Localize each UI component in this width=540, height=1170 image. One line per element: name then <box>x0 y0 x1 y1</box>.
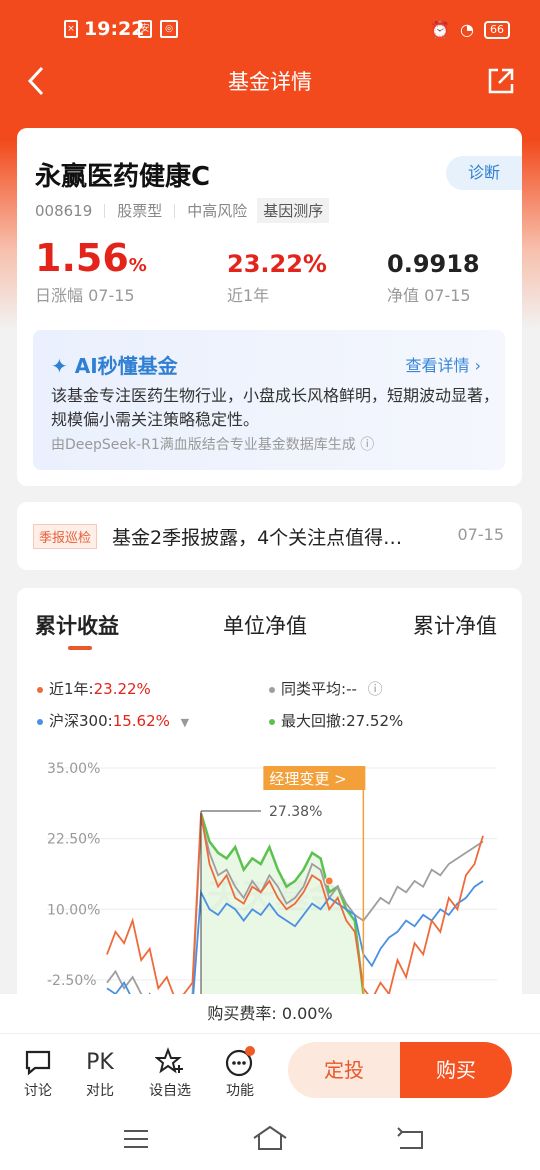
news-card[interactable]: 季报巡检 基金2季报披露，4个关注点值得… 07-15 <box>17 502 522 570</box>
ai-summary-text: 该基金专注医药生物行业，小盘成长风格鲜明，短期波动显著，规模偏小需关注策略稳定性… <box>51 386 500 429</box>
discuss-button[interactable]: 讨论 <box>16 1044 60 1100</box>
manager-change-label: 经理变更 > <box>269 770 346 788</box>
legend-peer: 同类平均:-- ⓘ <box>269 678 383 699</box>
legend-drawdown: 最大回撤:27.52% <box>269 710 403 731</box>
ai-summary-card[interactable]: ✦ AI秒懂基金 查看详情 › 该基金专注医药生物行业，小盘成长风格鲜明，短期波… <box>17 318 522 486</box>
legend-peer-value: -- <box>346 680 357 698</box>
page-title: 基金详情 <box>228 70 312 94</box>
nav-label: 净值 07-15 <box>387 286 471 305</box>
y-tick-label: 22.50% <box>47 832 100 848</box>
share-icon <box>488 68 514 94</box>
compare-label: 对比 <box>86 1083 114 1099</box>
tab-unit-nav[interactable]: 单位净值 <box>223 610 307 640</box>
fund-code: 008619 <box>35 201 93 220</box>
daily-change-label: 日涨幅 07-15 <box>35 286 135 305</box>
watchlist-button[interactable]: 设自选 <box>148 1044 192 1100</box>
dropdown-icon: ▼ <box>180 716 190 729</box>
legend-fund-value: 23.22% <box>93 680 151 698</box>
app-icon: 安 <box>138 20 152 38</box>
star-add-icon <box>155 1047 183 1074</box>
legend-drawdown-value: 27.52% <box>346 712 404 730</box>
share-button[interactable] <box>488 68 514 94</box>
chat-icon <box>25 1050 51 1076</box>
fee-bar: 购买费率: 0.00% <box>0 994 540 1034</box>
bottom-action-bar: 讨论 PK 对比 设自选 功能 定投 购买 <box>0 1034 540 1110</box>
tab-cumulative-return[interactable]: 累计收益 <box>35 610 119 640</box>
gene-tag[interactable]: 基因测序 <box>257 198 330 223</box>
status-bar: × 19:22 安 ◎ ⏰ ◔ 66 <box>0 0 540 60</box>
tab-underline <box>68 646 92 650</box>
battery-indicator: 66 <box>484 20 510 39</box>
buy-button[interactable]: 购买 <box>400 1042 512 1098</box>
y-tick-label: 10.00% <box>47 902 100 918</box>
status-time: 19:22 <box>84 18 145 40</box>
wifi-icon: ◔ <box>460 20 474 39</box>
menu-icon[interactable] <box>122 1128 150 1150</box>
notification-icon: × <box>64 20 78 38</box>
news-date: 07-15 <box>457 525 505 544</box>
pk-icon: PK <box>86 1049 114 1075</box>
daily-change-metric: 1.56% 日涨幅 07-15 <box>35 236 147 306</box>
fund-meta: 008619 股票型 中高风险 基因测序 <box>35 198 330 223</box>
compare-button[interactable]: PK 对比 <box>78 1044 122 1100</box>
ai-source-note: 由DeepSeek-R1满血版结合专业基金数据库生成 ⓘ <box>51 437 375 453</box>
legend-index[interactable]: 沪深300:15.62% ▼ <box>37 710 189 731</box>
fund-type: 股票型 <box>117 202 163 220</box>
system-nav-bar <box>0 1110 540 1170</box>
chart-card: 累计收益 单位净值 累计净值 近1年:23.22% 同类平均:-- ⓘ 沪深30… <box>17 588 522 1008</box>
return-chart[interactable]: 35.00%22.50%10.00%-2.50%天天基金27.38%经理变更 > <box>17 758 522 994</box>
home-icon[interactable] <box>252 1124 288 1152</box>
y-tick-label: -2.50% <box>47 973 97 989</box>
daily-change-unit: % <box>128 255 147 276</box>
nav-metric: 0.9918 净值 07-15 <box>387 250 480 306</box>
year-return-label: 近1年 <box>227 286 270 305</box>
watchlist-label: 设自选 <box>149 1083 191 1099</box>
fee-label: 购买费率: <box>207 1004 277 1023</box>
sparkle-icon: ✦ <box>51 354 68 378</box>
back-nav-icon[interactable] <box>396 1126 426 1152</box>
news-text: 基金2季报披露，4个关注点值得… <box>112 527 403 549</box>
auto-invest-button[interactable]: 定投 <box>288 1042 400 1098</box>
tab-cumulative-nav[interactable]: 累计净值 <box>413 610 497 640</box>
peak-label: 27.38% <box>269 804 322 820</box>
info-icon[interactable]: ⓘ <box>368 680 383 698</box>
ai-more-link[interactable]: 查看详情 › <box>406 352 482 376</box>
more-icon <box>225 1046 255 1077</box>
fund-summary-card: 永赢医药健康C 诊断 008619 股票型 中高风险 基因测序 1.56% 日涨… <box>17 128 522 328</box>
fund-risk: 中高风险 <box>187 202 248 220</box>
legend-index-value: 15.62% <box>112 712 170 730</box>
function-label: 功能 <box>226 1083 254 1099</box>
diagnose-button[interactable]: 诊断 <box>446 156 522 190</box>
ai-title: ✦ AI秒懂基金 <box>51 354 178 378</box>
legend-fund: 近1年:23.22% <box>37 678 151 699</box>
function-button[interactable]: 功能 <box>218 1044 262 1100</box>
nav-bar: 基金详情 <box>0 60 540 102</box>
discuss-label: 讨论 <box>24 1083 52 1099</box>
daily-change-value: 1.56 <box>35 236 129 280</box>
ai-summary-panel: ✦ AI秒懂基金 查看详情 › 该基金专注医药生物行业，小盘成长风格鲜明，短期波… <box>33 330 505 470</box>
news-tag: 季报巡检 <box>33 524 98 549</box>
y-tick-label: 35.00% <box>47 761 100 777</box>
nav-value: 0.9918 <box>387 250 480 278</box>
app-icon-2: ◎ <box>160 20 178 38</box>
year-return-value: 23.22% <box>227 250 327 278</box>
fund-name: 永赢医药健康C <box>35 162 211 192</box>
alarm-icon: ⏰ <box>430 20 451 39</box>
year-return-metric: 23.22% 近1年 <box>227 250 327 306</box>
fee-value: 0.00% <box>281 1004 333 1023</box>
highlight-point <box>324 876 334 886</box>
